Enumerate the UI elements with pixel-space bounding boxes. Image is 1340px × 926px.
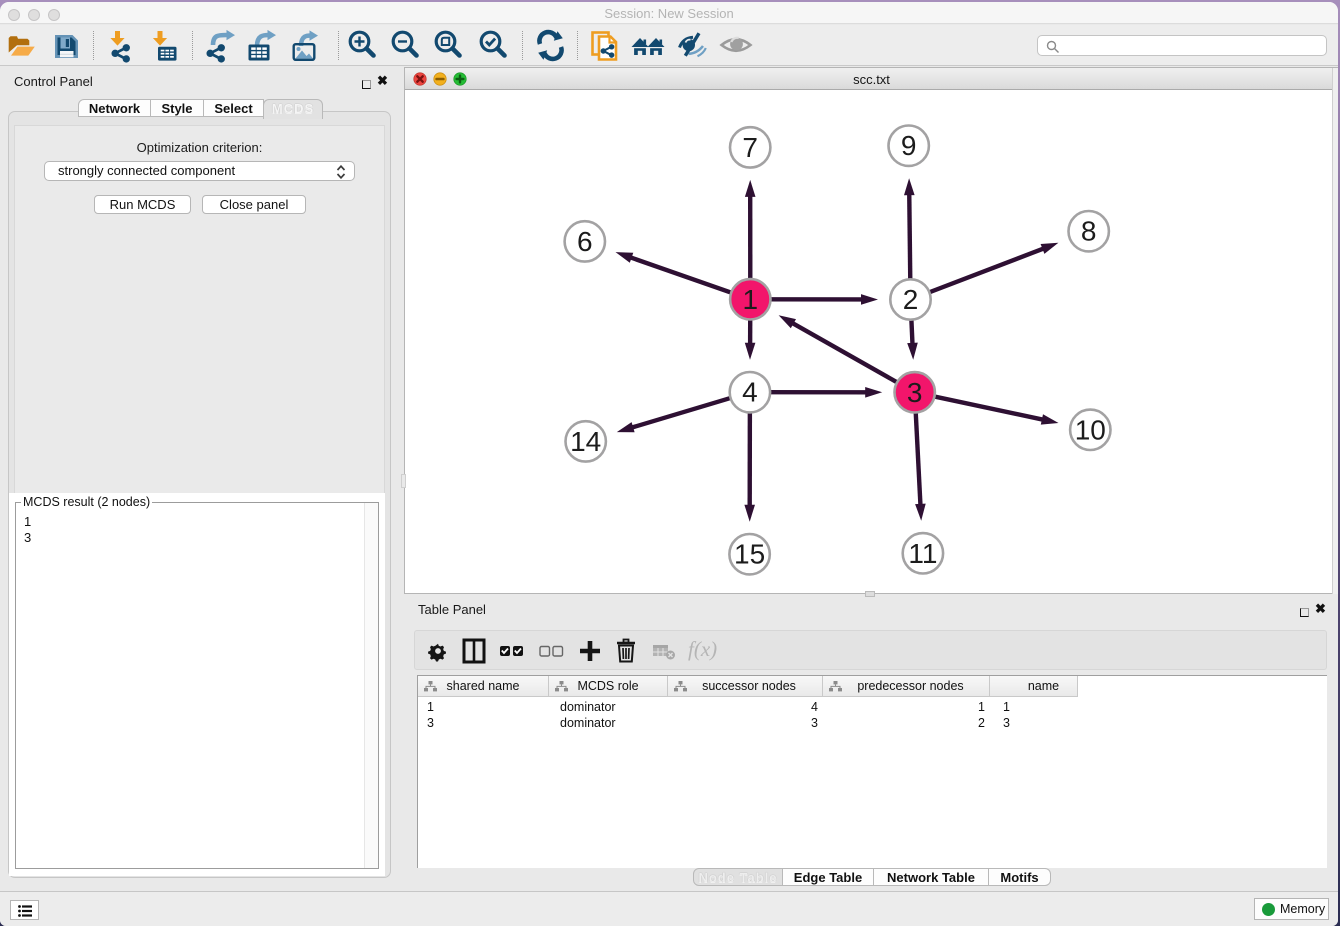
svg-text:3: 3: [907, 377, 923, 408]
svg-text:6: 6: [577, 226, 593, 257]
svg-text:9: 9: [901, 130, 917, 161]
svg-text:15: 15: [734, 539, 765, 570]
svg-text:2: 2: [903, 284, 919, 315]
svg-text:1: 1: [743, 284, 759, 315]
svg-text:8: 8: [1081, 216, 1097, 247]
svg-text:14: 14: [570, 426, 601, 457]
svg-text:10: 10: [1075, 414, 1106, 445]
svg-text:7: 7: [742, 132, 758, 163]
svg-text:11: 11: [908, 538, 937, 569]
svg-text:4: 4: [742, 377, 758, 408]
